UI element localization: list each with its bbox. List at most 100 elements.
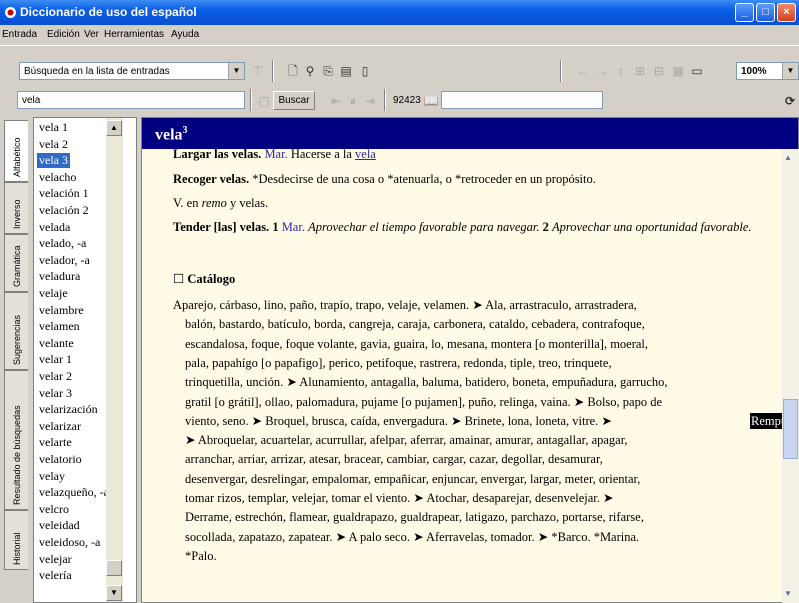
scroll-up-icon[interactable]: ▲: [784, 153, 792, 162]
menu-ayuda[interactable]: Ayuda: [171, 29, 199, 40]
article-pane: vela3 Largar las velas. Mar. Hacerse a l…: [141, 117, 799, 603]
list-item[interactable]: velación 1: [37, 186, 91, 201]
tab-gramatica[interactable]: Gramática: [4, 234, 28, 292]
menu-bar: Entrada Edición Ver Herramientas Ayuda: [0, 25, 799, 45]
toolbar-divider: [272, 60, 274, 82]
list-item[interactable]: velar 3: [37, 386, 74, 401]
list-item[interactable]: velación 2: [37, 203, 91, 218]
entry-field[interactable]: [441, 91, 603, 109]
list-item[interactable]: velcro: [37, 502, 71, 517]
list-item[interactable]: velamen: [37, 319, 82, 334]
tab-inverso[interactable]: Inverso: [4, 182, 28, 234]
scroll-down-icon[interactable]: ▼: [106, 585, 122, 601]
pause-icon[interactable]: ⏸: [345, 93, 361, 109]
close-button[interactable]: ×: [777, 3, 796, 22]
binoculars-icon[interactable]: ⚲: [302, 63, 318, 79]
back-icon[interactable]: ←: [575, 63, 591, 79]
filter-icon[interactable]: ⊤: [250, 63, 266, 79]
title-bar: Diccionario de uso del español _ □ ×: [0, 0, 799, 25]
list-item[interactable]: vela 1: [37, 120, 70, 135]
list-item[interactable]: velador, -a: [37, 253, 92, 268]
list-item[interactable]: velarizar: [37, 419, 83, 434]
catalogo-line: pala, papahígo [o papafigo], perico, pet…: [185, 355, 612, 370]
catalogo-line: viento, seno. ➤ Broquel, brusca, caída, …: [185, 413, 612, 428]
catalogo-line: escandalosa, foque, foque volante, gavia…: [185, 336, 649, 351]
list-item[interactable]: vela 2: [37, 137, 70, 152]
book-open-icon[interactable]: 📖: [423, 93, 439, 109]
list-item[interactable]: velería: [37, 568, 74, 583]
list-item[interactable]: velay: [37, 469, 67, 484]
refresh-icon[interactable]: ⟳: [782, 93, 798, 109]
copy-icon[interactable]: ⎘: [320, 63, 336, 79]
chevron-down-icon[interactable]: ▼: [228, 63, 244, 79]
bookmark-icon[interactable]: ⊟: [651, 63, 667, 79]
cut-line: Largar las velas. Mar. Hacerse a la vela: [173, 147, 376, 161]
list-item[interactable]: velambre: [37, 303, 86, 318]
article-scrollbar[interactable]: ▲ ▼: [782, 149, 799, 603]
list-item[interactable]: velaje: [37, 286, 70, 301]
menu-herramientas[interactable]: Herramientas: [104, 29, 164, 40]
list-item[interactable]: velar 2: [37, 369, 74, 384]
article-header: vela3: [142, 118, 798, 149]
first-icon[interactable]: ⇤: [328, 93, 344, 109]
menu-edicion[interactable]: Edición: [47, 29, 80, 40]
zoom-select[interactable]: 100% ▼: [736, 62, 799, 80]
list-item[interactable]: velarte: [37, 435, 74, 450]
checkbox-icon[interactable]: ☐: [173, 272, 184, 286]
tab-sugerencias[interactable]: Sugerencias: [4, 292, 28, 370]
document-icon[interactable]: ▤: [338, 63, 354, 79]
tab-historial[interactable]: Historial: [4, 510, 28, 570]
book-icon[interactable]: ⊞: [632, 63, 648, 79]
forward-icon[interactable]: →: [594, 63, 610, 79]
scroll-thumb[interactable]: [106, 560, 122, 576]
maximize-button[interactable]: □: [756, 3, 775, 22]
buscar-button[interactable]: Buscar: [273, 91, 315, 110]
clear-icon[interactable]: ▢: [256, 93, 272, 109]
tab-alfabetico[interactable]: Alfabético: [4, 120, 28, 182]
list-item[interactable]: velado, -a: [37, 236, 88, 251]
toolbar-divider: [250, 89, 252, 111]
chevron-down-icon[interactable]: ▼: [782, 63, 798, 79]
note-icon[interactable]: ▦: [670, 63, 686, 79]
up-down-icon[interactable]: ↕: [613, 63, 629, 79]
list-item[interactable]: velacho: [37, 170, 78, 185]
catalogo-line: balón, bastardo, batículo, borda, cangre…: [185, 317, 645, 332]
search-mode-select[interactable]: Búsqueda en la lista de entradas ▼: [19, 62, 245, 80]
menu-entrada[interactable]: Entrada: [2, 29, 37, 40]
list-item[interactable]: velada: [37, 220, 72, 235]
catalogo-line: Derrame, estrechón, flamear, gualdrapazo…: [185, 510, 644, 525]
catalogo-line: socollada, zapatazo, zapatear. ➤ A palo …: [185, 529, 640, 544]
catalogo-line: Aparejo, cárbaso, lino, paño, trapío, tr…: [173, 298, 637, 312]
link-vela[interactable]: vela: [355, 147, 376, 161]
scroll-thumb[interactable]: [783, 399, 798, 459]
print-preview-icon[interactable]: 🗋: [285, 63, 301, 79]
scroll-down-icon[interactable]: ▼: [784, 589, 792, 598]
list-item[interactable]: veladura: [37, 269, 82, 284]
catalogo-heading: ☐ Catálogo: [173, 272, 236, 286]
catalogo-line: desenvergar, desrelingar, empalomar, emp…: [185, 471, 641, 486]
catalogo-line: arranchar, arriar, arrizar, atesar, brac…: [185, 452, 603, 467]
headword: vela3: [155, 125, 188, 144]
menu-ver[interactable]: Ver: [84, 29, 99, 40]
list-item[interactable]: velatorio: [37, 452, 84, 467]
search-input[interactable]: vela: [17, 91, 245, 109]
see-also: V. en remo y velas.: [173, 196, 269, 210]
list-item[interactable]: veleidad: [37, 518, 82, 533]
window-icon[interactable]: ▭: [689, 63, 705, 79]
list-item[interactable]: velante: [37, 336, 76, 351]
list-item[interactable]: velar 1: [37, 352, 74, 367]
scroll-up-icon[interactable]: ▲: [106, 120, 122, 136]
list-item[interactable]: velejar: [37, 552, 74, 567]
catalogo-line: trinquetilla, unción. ➤ Alunamiento, ant…: [185, 375, 668, 390]
last-icon[interactable]: ⇥: [362, 93, 378, 109]
list-item[interactable]: vela 3: [37, 153, 70, 169]
list-scrollbar[interactable]: ▲ ▼: [106, 118, 123, 602]
catalogo-line: *Palo.: [185, 548, 217, 563]
recoger-velas: Recoger velas. *Desdecirse de una cosa o…: [173, 172, 596, 186]
list-item[interactable]: velazqueño, -a: [37, 485, 111, 500]
minimize-button[interactable]: _: [735, 3, 754, 22]
list-item[interactable]: velarización: [37, 402, 100, 417]
page-icon[interactable]: ▯: [357, 63, 373, 79]
tab-resultado-busquedas[interactable]: Resultado de búsquedas: [4, 370, 28, 510]
list-item[interactable]: veleidoso, -a: [37, 535, 102, 550]
